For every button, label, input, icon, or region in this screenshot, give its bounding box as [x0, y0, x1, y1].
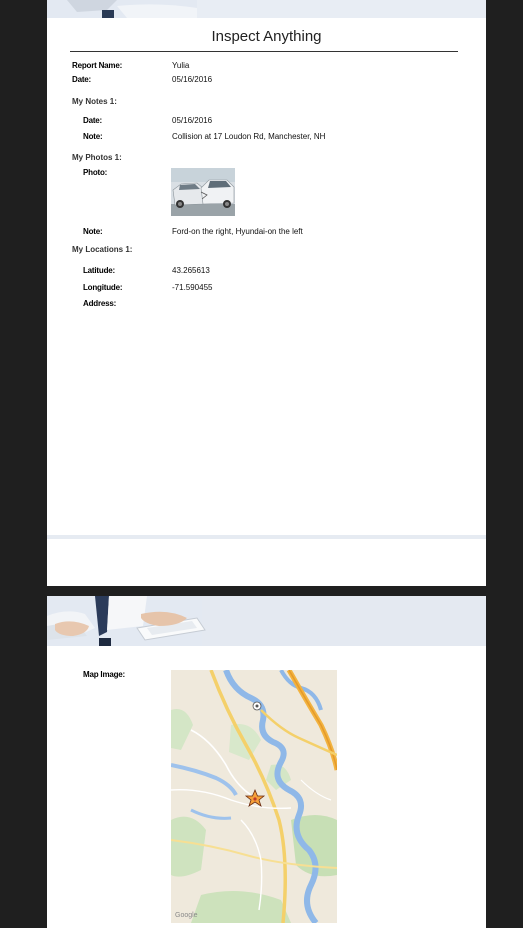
header-banner-image [47, 596, 486, 646]
location-map-image [171, 670, 337, 923]
footer-band [47, 535, 486, 539]
collision-photo [171, 168, 235, 216]
note-label: Note: [83, 132, 103, 141]
photo-note-value: Ford-on the right, Hyundai-on the left [172, 227, 303, 236]
longitude-label: Longitude: [83, 283, 123, 292]
longitude-value: -71.590455 [172, 283, 213, 292]
map-image-label: Map Image: [83, 670, 126, 679]
header-banner [47, 596, 486, 646]
report-page-1: Inspect Anything Report Name: Yulia Date… [47, 0, 486, 586]
photos-section-label: My Photos 1: [72, 153, 122, 162]
header-banner-image [47, 0, 486, 18]
report-date-value: 05/16/2016 [172, 75, 213, 84]
photo-note-label: Note: [83, 227, 103, 236]
header-banner [47, 0, 486, 18]
note-date-label: Date: [83, 116, 103, 125]
photo-label: Photo: [83, 168, 108, 177]
google-attribution: Google [175, 912, 198, 919]
report-page-2: Map Image: Google [47, 596, 486, 928]
note-date-value: 05/16/2016 [172, 116, 213, 125]
title-divider [70, 51, 458, 52]
report-date-label: Date: [72, 75, 92, 84]
locations-section-label: My Locations 1: [72, 245, 133, 254]
address-label: Address: [83, 299, 117, 308]
collision-photo-image [171, 168, 235, 216]
report-title: Inspect Anything [211, 28, 322, 45]
location-map: Google [171, 670, 337, 923]
report-name-label: Report Name: [72, 61, 123, 70]
latitude-label: Latitude: [83, 266, 115, 275]
latitude-value: 43.265613 [172, 266, 210, 275]
report-name-value: Yulia [172, 61, 190, 70]
notes-section-label: My Notes 1: [72, 97, 117, 106]
note-value: Collision at 17 Loudon Rd, Manchester, N… [172, 132, 326, 141]
